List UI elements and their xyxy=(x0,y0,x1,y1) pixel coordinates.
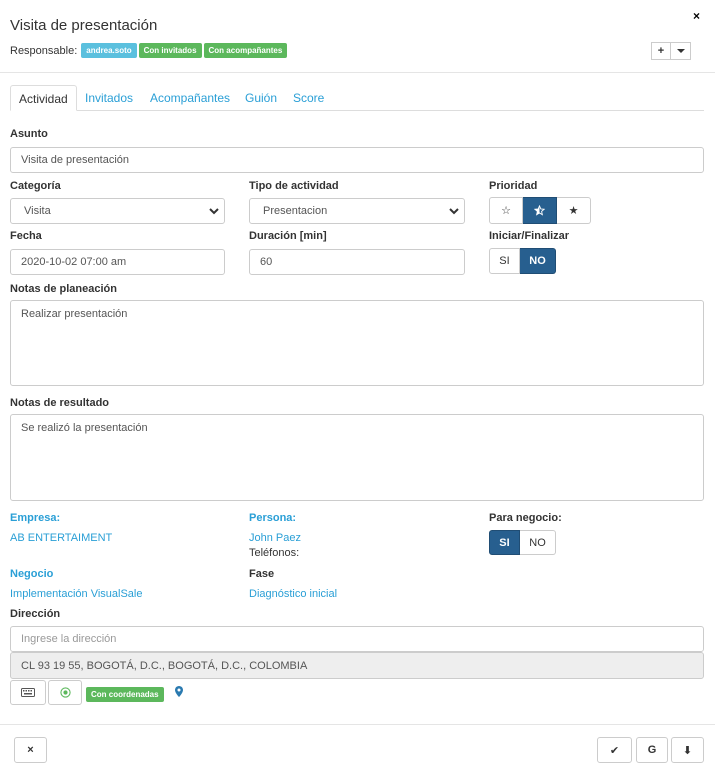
asunto-label: Asunto xyxy=(10,128,48,140)
para-negocio-label: Para negocio: xyxy=(489,512,562,524)
tab-acompanantes[interactable]: Acompañantes xyxy=(142,85,238,111)
google-icon: G xyxy=(647,744,657,756)
download-button[interactable]: ⬇ xyxy=(671,737,704,763)
locate-button[interactable] xyxy=(48,680,82,705)
chevron-down-icon xyxy=(449,208,459,215)
add-dropdown-toggle[interactable] xyxy=(671,42,691,60)
tab-guion[interactable]: Guión xyxy=(237,85,285,111)
keyboard-icon xyxy=(21,688,35,697)
star-half-icon xyxy=(534,205,545,216)
negocio-label: Negocio xyxy=(10,568,54,580)
tipo-actividad-label: Tipo de actividad xyxy=(249,180,339,192)
google-calendar-button[interactable]: G xyxy=(636,737,668,763)
fecha-value: 2020-10-02 07:00 am xyxy=(21,256,127,268)
categoria-label: Categoría xyxy=(10,180,61,192)
categoria-select[interactable]: Visita xyxy=(10,198,225,224)
add-button[interactable]: + xyxy=(651,42,671,60)
direccion-placeholder: Ingrese la dirección xyxy=(21,633,117,645)
target-icon xyxy=(59,687,71,698)
responsable-label: Responsable: xyxy=(10,44,78,57)
caret-down-icon xyxy=(676,49,685,53)
fecha-label: Fecha xyxy=(10,230,42,242)
responsable-row: Responsable: andrea.soto Con invitados C… xyxy=(10,43,288,58)
chevron-down-icon xyxy=(209,208,219,215)
coordenadas-badge: Con coordenadas xyxy=(86,687,164,702)
empresa-link[interactable]: AB ENTERTAIMENT xyxy=(10,532,112,544)
iniciar-no-button[interactable]: NO xyxy=(520,248,556,274)
duracion-label: Duración [min] xyxy=(249,230,327,242)
persona-label: Persona: xyxy=(249,512,297,524)
responsable-badge: andrea.soto xyxy=(81,43,137,58)
categoria-value: Visita xyxy=(24,205,51,217)
para-negocio-toggle: SI NO xyxy=(489,530,556,555)
fecha-input[interactable]: 2020-10-02 07:00 am xyxy=(10,249,225,275)
invitados-badge: Con invitados xyxy=(138,43,202,58)
telefonos-label: Teléfonos: xyxy=(249,547,300,559)
map-marker-icon[interactable] xyxy=(175,686,183,697)
direccion-input[interactable]: Ingrese la dirección xyxy=(10,626,704,652)
prioridad-group: ☆ ★ xyxy=(489,197,591,224)
persona-link[interactable]: John Paez xyxy=(249,532,301,544)
check-icon: ✔ xyxy=(609,744,620,757)
notas-planeacion-label: Notas de planeación xyxy=(10,283,117,295)
cancel-button[interactable]: × xyxy=(14,737,47,763)
notas-resultado-label: Notas de resultado xyxy=(10,397,110,409)
prioridad-medium-button[interactable] xyxy=(523,197,557,224)
para-negocio-no-button[interactable]: NO xyxy=(520,530,556,555)
iniciar-si-button[interactable]: SI xyxy=(489,248,520,274)
asunto-value: Visita de presentación xyxy=(21,154,130,166)
duracion-input[interactable]: 60 xyxy=(249,249,465,275)
footer-divider xyxy=(0,724,715,725)
star-filled-icon: ★ xyxy=(568,205,579,217)
close-icon: × xyxy=(27,744,34,756)
prioridad-high-button[interactable]: ★ xyxy=(557,197,591,224)
tab-score[interactable]: Score xyxy=(285,85,332,111)
notas-planeacion-value: Realizar presentación xyxy=(21,308,128,320)
tab-invitados[interactable]: Invitados xyxy=(77,85,141,111)
tipo-actividad-select[interactable]: Presentacion xyxy=(249,198,465,224)
para-negocio-si-button[interactable]: SI xyxy=(489,530,520,555)
add-split-button: + xyxy=(651,42,691,60)
notas-resultado-value: Se realizó la presentación xyxy=(21,422,148,434)
fase-label: Fase xyxy=(249,568,275,580)
prioridad-low-button[interactable]: ☆ xyxy=(489,197,523,224)
acompanantes-badge: Con acompañantes xyxy=(203,43,288,58)
empresa-label: Empresa: xyxy=(10,512,61,524)
modal-title: Visita de presentación xyxy=(10,17,158,34)
notas-resultado-textarea[interactable]: Se realizó la presentación xyxy=(10,414,704,501)
tipo-actividad-value: Presentacion xyxy=(263,205,328,217)
direccion-value: CL 93 19 55, BOGOTÁ, D.C., BOGOTÁ, D.C.,… xyxy=(21,659,308,672)
direccion-resolved: CL 93 19 55, BOGOTÁ, D.C., BOGOTÁ, D.C.,… xyxy=(10,652,704,679)
iniciar-finalizar-label: Iniciar/Finalizar xyxy=(489,230,570,242)
star-outline-icon: ☆ xyxy=(501,205,511,217)
close-icon[interactable]: × xyxy=(693,9,700,23)
iniciar-finalizar-toggle: SI NO xyxy=(489,248,556,274)
notas-planeacion-textarea[interactable]: Realizar presentación xyxy=(10,300,704,386)
duracion-value: 60 xyxy=(260,256,273,268)
save-button[interactable]: ✔ xyxy=(597,737,632,763)
header-divider xyxy=(0,72,715,73)
prioridad-label: Prioridad xyxy=(489,180,538,192)
negocio-link[interactable]: Implementación VisualSale xyxy=(10,588,142,600)
download-icon: ⬇ xyxy=(682,744,693,757)
fase-link[interactable]: Diagnóstico inicial xyxy=(249,588,337,600)
asunto-input[interactable]: Visita de presentación xyxy=(10,147,704,173)
keyboard-button[interactable] xyxy=(10,680,46,705)
direccion-label: Dirección xyxy=(10,608,61,620)
tab-actividad[interactable]: Actividad xyxy=(10,85,77,111)
